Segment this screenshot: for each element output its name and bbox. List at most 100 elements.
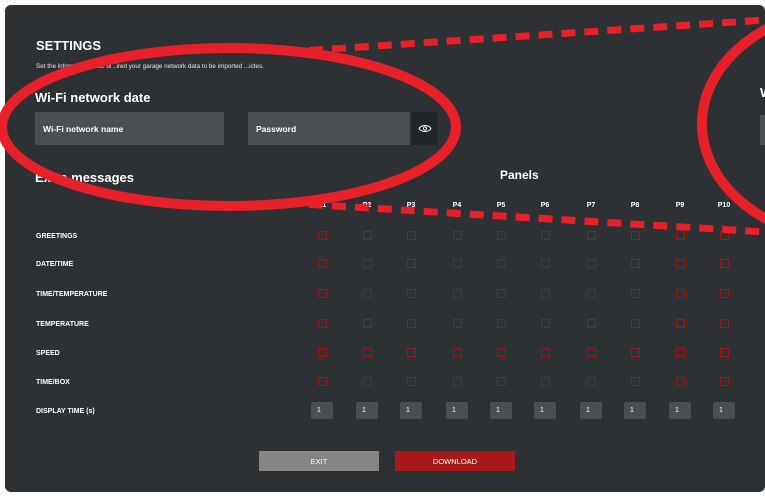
message-panel-checkbox[interactable] <box>586 230 596 240</box>
page-title: SETTINGS <box>36 38 102 53</box>
message-panel-checkbox[interactable] <box>452 376 462 386</box>
message-panel-checkbox[interactable] <box>540 318 550 328</box>
message-panel-checkbox[interactable] <box>719 230 729 240</box>
wifi-password-input[interactable]: Password <box>248 112 410 145</box>
exit-button[interactable]: EXIT <box>259 451 379 471</box>
message-panel-checkbox[interactable] <box>452 258 462 268</box>
message-panel-checkbox[interactable] <box>496 347 506 357</box>
message-panel-checkbox[interactable] <box>452 288 462 298</box>
display-time-label: DISPLAY TIME (s) <box>36 408 95 415</box>
message-panel-checkbox[interactable] <box>362 258 372 268</box>
wifi-section-title: Wi-Fi network date <box>35 90 151 105</box>
message-panel-checkbox[interactable] <box>586 347 596 357</box>
message-panel-checkbox[interactable] <box>630 230 640 240</box>
display-time-input[interactable]: 1 <box>534 402 556 419</box>
message-panel-checkbox[interactable] <box>719 376 729 386</box>
message-panel-checkbox[interactable] <box>675 376 685 386</box>
message-row-label: TIME/BOX <box>36 379 70 386</box>
message-panel-checkbox[interactable] <box>540 258 550 268</box>
message-panel-checkbox[interactable] <box>362 318 372 328</box>
message-row-label: DATE/TIME <box>36 261 74 268</box>
display-time-input[interactable]: 1 <box>400 402 422 419</box>
message-panel-checkbox[interactable] <box>362 230 372 240</box>
panel-column-label: P2 <box>362 202 372 209</box>
message-panel-checkbox[interactable] <box>496 376 506 386</box>
message-panel-checkbox[interactable] <box>586 258 596 268</box>
wifi-network-name-input[interactable]: Wi-Fi network name <box>35 112 224 145</box>
panel-column-label: P7 <box>586 202 596 209</box>
message-panel-checkbox[interactable] <box>496 230 506 240</box>
message-panel-checkbox[interactable] <box>586 288 596 298</box>
message-panel-checkbox[interactable] <box>317 376 327 386</box>
message-row-label: SPEED <box>36 350 60 357</box>
message-panel-checkbox[interactable] <box>406 376 416 386</box>
message-panel-checkbox[interactable] <box>362 347 372 357</box>
display-time-input[interactable]: 1 <box>580 402 602 419</box>
wifi-field-duplicate <box>760 115 765 145</box>
message-panel-checkbox[interactable] <box>452 347 462 357</box>
message-panel-checkbox[interactable] <box>317 347 327 357</box>
message-panel-checkbox[interactable] <box>719 288 729 298</box>
message-panel-checkbox[interactable] <box>675 347 685 357</box>
message-panel-checkbox[interactable] <box>675 230 685 240</box>
message-panel-checkbox[interactable] <box>586 318 596 328</box>
display-time-input[interactable]: 1 <box>624 402 646 419</box>
panel-column-label: P1 <box>317 202 327 209</box>
panel-column-label: P8 <box>630 202 640 209</box>
panel-column-label: P6 <box>540 202 550 209</box>
message-panel-checkbox[interactable] <box>630 258 640 268</box>
display-time-input[interactable]: 1 <box>311 402 333 419</box>
message-panel-checkbox[interactable] <box>406 258 416 268</box>
message-panel-checkbox[interactable] <box>630 318 640 328</box>
message-panel-checkbox[interactable] <box>317 318 327 328</box>
page-subtitle: Set the information to be di ..ired your… <box>36 63 264 70</box>
message-panel-checkbox[interactable] <box>675 318 685 328</box>
message-panel-checkbox[interactable] <box>675 258 685 268</box>
message-panel-checkbox[interactable] <box>540 347 550 357</box>
message-panel-checkbox[interactable] <box>540 230 550 240</box>
display-time-input[interactable]: 1 <box>669 402 691 419</box>
message-panel-checkbox[interactable] <box>406 230 416 240</box>
message-panel-checkbox[interactable] <box>496 258 506 268</box>
wifi-section-title-duplicate: W <box>760 85 765 100</box>
message-panel-checkbox[interactable] <box>362 376 372 386</box>
message-panel-checkbox[interactable] <box>496 288 506 298</box>
extra-messages-title: Extra messages <box>35 170 135 185</box>
message-panel-checkbox[interactable] <box>496 318 506 328</box>
message-panel-checkbox[interactable] <box>317 230 327 240</box>
download-button[interactable]: DOWNLOAD <box>395 451 515 471</box>
eye-icon[interactable] <box>411 112 438 145</box>
panel-column-label: P4 <box>452 202 462 209</box>
message-row-label: TIME/TEMPERATURE <box>36 291 108 298</box>
settings-panel: SETTINGS Set the information to be di ..… <box>5 5 765 492</box>
message-panel-checkbox[interactable] <box>362 288 372 298</box>
message-panel-checkbox[interactable] <box>452 318 462 328</box>
panel-column-label: P9 <box>675 202 685 209</box>
message-panel-checkbox[interactable] <box>630 288 640 298</box>
message-panel-checkbox[interactable] <box>719 258 729 268</box>
message-panel-checkbox[interactable] <box>586 376 596 386</box>
panel-column-label: P10 <box>717 202 731 209</box>
display-time-input[interactable]: 1 <box>713 402 735 419</box>
message-panel-checkbox[interactable] <box>406 288 416 298</box>
message-panel-checkbox[interactable] <box>630 376 640 386</box>
message-panel-checkbox[interactable] <box>675 288 685 298</box>
message-panel-checkbox[interactable] <box>719 318 729 328</box>
message-panel-checkbox[interactable] <box>406 347 416 357</box>
message-panel-checkbox[interactable] <box>540 376 550 386</box>
message-panel-checkbox[interactable] <box>630 347 640 357</box>
display-time-input[interactable]: 1 <box>490 402 512 419</box>
message-row-label: TEMPERATURE <box>36 321 89 328</box>
panels-title: Panels <box>500 168 539 182</box>
message-panel-checkbox[interactable] <box>719 347 729 357</box>
display-time-input[interactable]: 1 <box>356 402 378 419</box>
message-panel-checkbox[interactable] <box>406 318 416 328</box>
message-row-label: GREETINGS <box>36 233 78 240</box>
panel-column-label: P3 <box>406 202 416 209</box>
panel-column-label: P5 <box>496 202 506 209</box>
message-panel-checkbox[interactable] <box>317 258 327 268</box>
display-time-input[interactable]: 1 <box>446 402 468 419</box>
message-panel-checkbox[interactable] <box>540 288 550 298</box>
message-panel-checkbox[interactable] <box>452 230 462 240</box>
message-panel-checkbox[interactable] <box>317 288 327 298</box>
